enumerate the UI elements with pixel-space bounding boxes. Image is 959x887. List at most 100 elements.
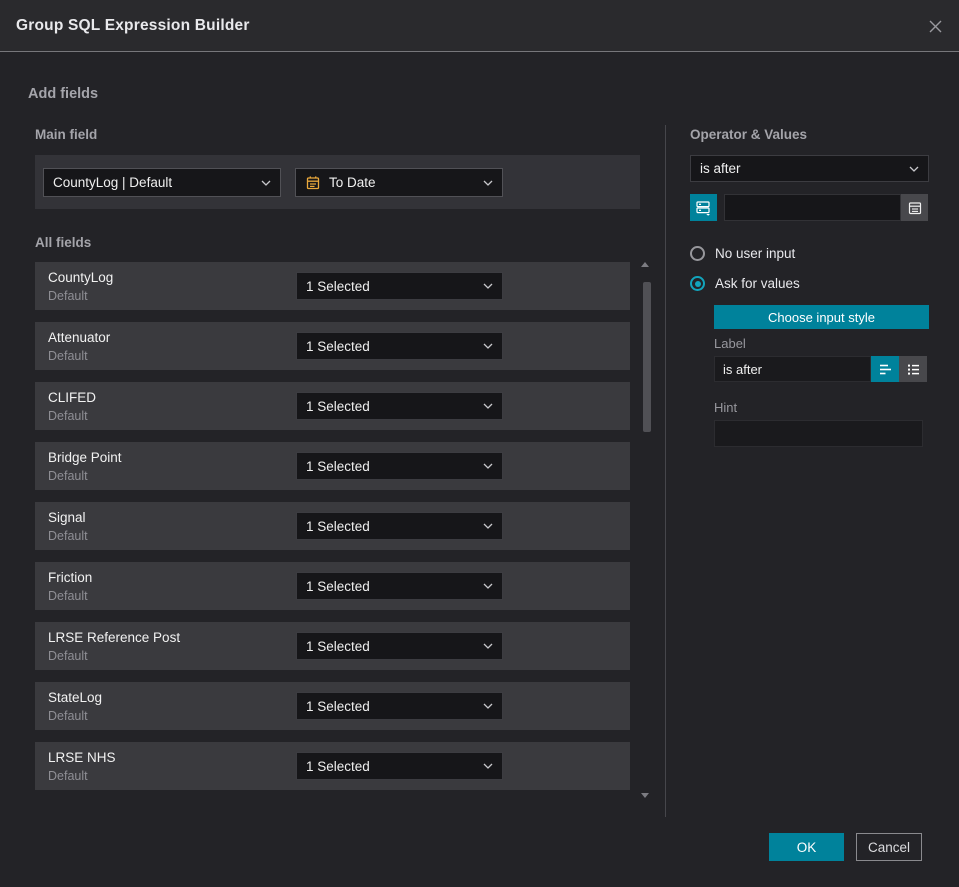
operator-values-heading: Operator & Values	[690, 127, 808, 142]
pick-date-button[interactable]	[901, 194, 928, 221]
bulleted-list-icon	[907, 364, 919, 375]
chevron-down-icon	[261, 180, 271, 186]
label-input[interactable]	[714, 356, 871, 382]
field-selected-dropdown[interactable]: 1 Selected	[296, 512, 503, 540]
scrollbar-up-arrow[interactable]	[641, 262, 649, 267]
field-name: CLIFED	[48, 390, 97, 405]
field-selected-dropdown[interactable]: 1 Selected	[296, 452, 503, 480]
radio-circle-unselected	[690, 246, 705, 261]
chevron-down-icon	[483, 523, 493, 529]
field-row: CountyLog Default 1 Selected	[35, 262, 630, 310]
field-selected-value: 1 Selected	[306, 698, 370, 714]
main-field-select[interactable]: CountyLog | Default	[43, 168, 281, 197]
label-heading: Label	[714, 336, 746, 351]
field-name: CountyLog	[48, 270, 114, 285]
field-selected-value: 1 Selected	[306, 638, 370, 654]
operator-select[interactable]: is after	[690, 155, 929, 182]
field-selected-dropdown[interactable]: 1 Selected	[296, 332, 503, 360]
field-name: LRSE NHS	[48, 750, 116, 765]
value-input[interactable]	[724, 194, 901, 221]
field-name: LRSE Reference Post	[48, 630, 181, 645]
calendar-icon	[908, 201, 921, 214]
field-selected-dropdown[interactable]: 1 Selected	[296, 632, 503, 660]
input-style-text-toggle[interactable]	[871, 356, 899, 382]
field-row: Friction Default 1 Selected	[35, 562, 630, 610]
main-field-heading: Main field	[35, 127, 98, 142]
chevron-down-icon	[483, 763, 493, 769]
field-type: Default	[48, 469, 88, 483]
chevron-down-icon	[483, 180, 493, 186]
stacked-values-icon	[696, 201, 710, 216]
main-field-date-select[interactable]: To Date	[295, 168, 503, 197]
all-fields-list: CountyLog Default 1 Selected Attenuator …	[35, 262, 630, 802]
field-type: Default	[48, 529, 88, 543]
field-type: Default	[48, 289, 88, 303]
field-selected-dropdown[interactable]: 1 Selected	[296, 572, 503, 600]
chevron-down-icon	[483, 643, 493, 649]
dialog-titlebar: Group SQL Expression Builder	[0, 0, 959, 52]
ok-button[interactable]: OK	[769, 833, 844, 861]
main-field-select-value: CountyLog | Default	[53, 175, 173, 190]
field-type: Default	[48, 589, 88, 603]
chevron-down-icon	[909, 166, 919, 172]
field-row: Signal Default 1 Selected	[35, 502, 630, 550]
field-selected-dropdown[interactable]: 1 Selected	[296, 692, 503, 720]
hint-input[interactable]	[714, 420, 923, 447]
operator-select-value: is after	[700, 161, 741, 176]
field-name: Bridge Point	[48, 450, 122, 465]
field-selected-value: 1 Selected	[306, 338, 370, 354]
scrollbar-down-arrow[interactable]	[641, 793, 649, 798]
field-row: LRSE NHS Default 1 Selected	[35, 742, 630, 790]
field-selected-dropdown[interactable]: 1 Selected	[296, 752, 503, 780]
radio-no-user-input[interactable]: No user input	[690, 246, 795, 261]
chevron-down-icon	[483, 583, 493, 589]
field-name: StateLog	[48, 690, 103, 705]
field-selected-value: 1 Selected	[306, 578, 370, 594]
field-row: StateLog Default 1 Selected	[35, 682, 630, 730]
field-name: Friction	[48, 570, 93, 585]
field-type: Default	[48, 709, 88, 723]
field-selected-value: 1 Selected	[306, 458, 370, 474]
field-row: Bridge Point Default 1 Selected	[35, 442, 630, 490]
close-icon	[929, 20, 941, 32]
scrollbar-thumb[interactable]	[643, 282, 651, 432]
chevron-down-icon	[483, 343, 493, 349]
radio-ask-for-values[interactable]: Ask for values	[690, 276, 800, 291]
field-name: Attenuator	[48, 330, 111, 345]
radio-no-user-input-label: No user input	[715, 246, 796, 261]
hint-heading: Hint	[714, 400, 738, 415]
chevron-down-icon	[483, 283, 493, 289]
radio-ask-for-values-label: Ask for values	[715, 276, 800, 291]
cancel-button[interactable]: Cancel	[856, 833, 922, 861]
field-selected-value: 1 Selected	[306, 518, 370, 534]
panel-divider	[665, 125, 666, 817]
date-field-calendar-icon	[305, 175, 321, 191]
field-type: Default	[48, 769, 88, 783]
chevron-down-icon	[483, 463, 493, 469]
add-fields-heading: Add fields	[28, 86, 99, 102]
list-scrollbar	[639, 260, 651, 800]
scrollbar-track[interactable]	[641, 270, 651, 790]
field-selected-dropdown[interactable]: 1 Selected	[296, 392, 503, 420]
field-type: Default	[48, 649, 88, 663]
all-fields-heading: All fields	[35, 235, 92, 250]
dialog-title: Group SQL Expression Builder	[16, 16, 250, 34]
chevron-down-icon	[483, 703, 493, 709]
field-type: Default	[48, 409, 88, 423]
close-button[interactable]	[923, 14, 947, 38]
field-selected-value: 1 Selected	[306, 278, 370, 294]
main-field-box: CountyLog | Default To Date	[35, 155, 640, 209]
field-selected-dropdown[interactable]: 1 Selected	[296, 272, 503, 300]
group-sql-expression-builder-dialog: Group SQL Expression Builder Add fields …	[0, 0, 959, 887]
field-type: Default	[48, 349, 88, 363]
unique-values-button[interactable]	[690, 194, 717, 221]
text-lines-icon	[879, 364, 891, 374]
input-style-list-toggle[interactable]	[899, 356, 927, 382]
main-field-date-value: To Date	[329, 175, 376, 190]
choose-input-style-button[interactable]: Choose input style	[714, 305, 929, 329]
field-row: CLIFED Default 1 Selected	[35, 382, 630, 430]
field-name: Signal	[48, 510, 86, 525]
field-selected-value: 1 Selected	[306, 758, 370, 774]
radio-circle-selected	[690, 276, 705, 291]
field-row: LRSE Reference Post Default 1 Selected	[35, 622, 630, 670]
